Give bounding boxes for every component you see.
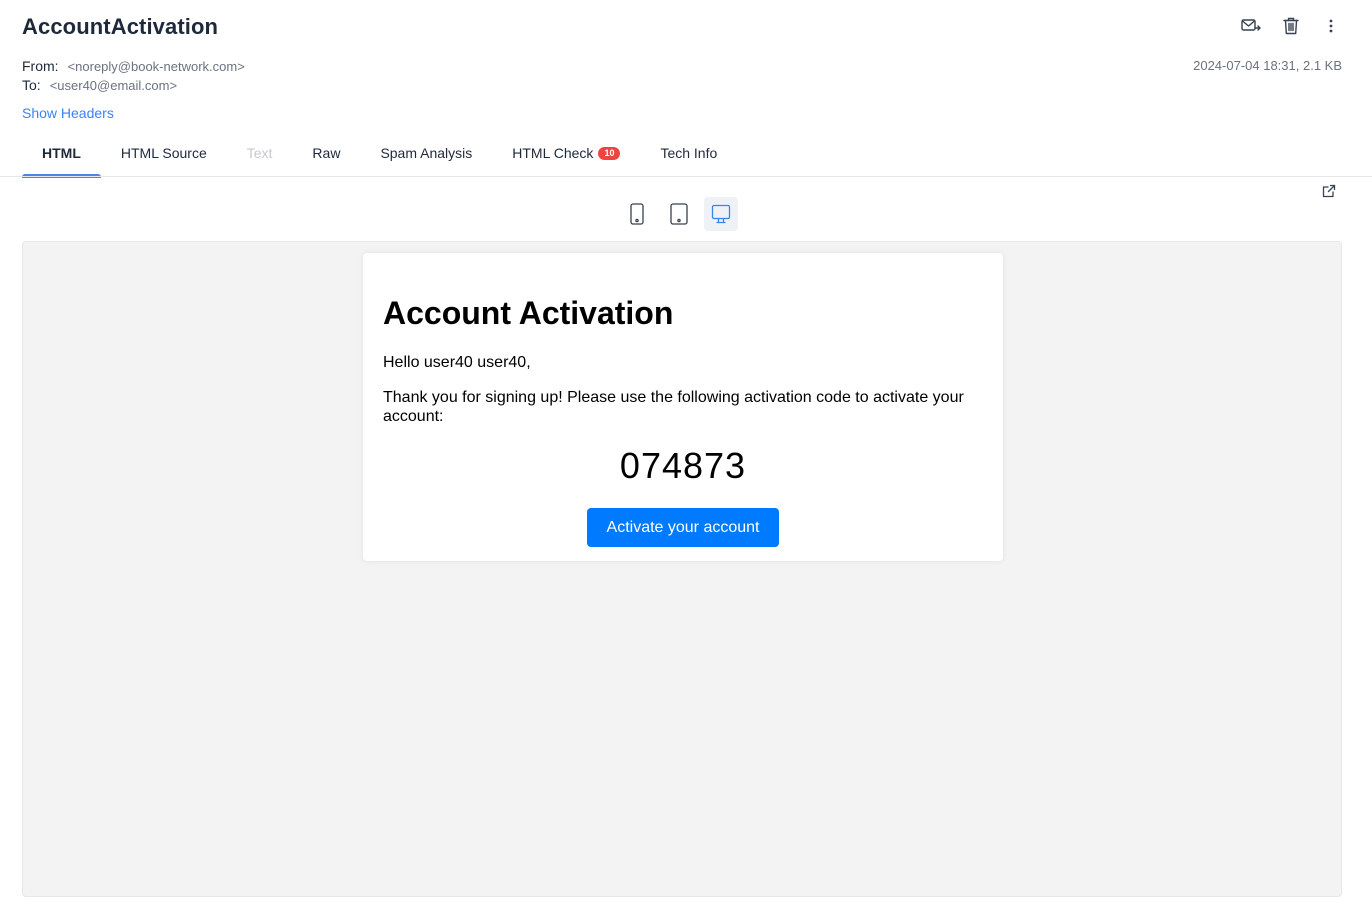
to-address: <user40@email.com>	[49, 78, 178, 93]
email-content-card: Account Activation Hello user40 user40, …	[363, 253, 1003, 561]
tab-html-source[interactable]: HTML Source	[101, 136, 227, 177]
tab-label: HTML Source	[120, 145, 207, 161]
email-heading: Account Activation	[383, 295, 674, 331]
message-toolbar	[1240, 14, 1342, 38]
tab-label: Text	[246, 145, 273, 161]
message-subject: AccountActivation	[22, 14, 219, 39]
more-vertical-icon[interactable]	[1320, 14, 1342, 38]
desktop-icon[interactable]	[704, 197, 738, 231]
email-greeting: Hello user40 user40,	[383, 354, 531, 371]
message-meta: From: <noreply@book-network.com> To: <us…	[22, 57, 245, 95]
tab-text: Text	[227, 136, 293, 177]
to-row: To: <user40@email.com>	[22, 76, 245, 95]
from-row: From: <noreply@book-network.com>	[22, 57, 245, 76]
tab-spam-analysis[interactable]: Spam Analysis	[360, 136, 492, 177]
to-label: To:	[22, 77, 41, 93]
email-preview-frame: Account Activation Hello user40 user40, …	[22, 241, 1342, 897]
activate-button-wrap: Activate your account	[383, 508, 983, 547]
tab-label: Tech Info	[660, 145, 718, 161]
tab-tech-info[interactable]: Tech Info	[640, 136, 737, 177]
mail-forward-icon[interactable]	[1240, 14, 1262, 38]
tab-html-check[interactable]: HTML Check 10	[492, 136, 640, 177]
tab-html[interactable]: HTML	[22, 136, 101, 178]
show-headers-link[interactable]: Show Headers	[22, 105, 114, 121]
view-tabs: HTML HTML Source Text Raw Spam Analysis …	[22, 136, 737, 178]
activate-account-button[interactable]: Activate your account	[586, 508, 780, 547]
from-address: <noreply@book-network.com>	[67, 59, 245, 74]
html-check-count-badge: 10	[598, 147, 621, 160]
message-date-size: 2024-07-04 18:31, 2.1 KB	[1193, 58, 1342, 73]
device-preview-toggle	[620, 197, 738, 231]
tab-label: Raw	[312, 145, 341, 161]
tab-raw[interactable]: Raw	[292, 136, 360, 177]
trash-icon[interactable]	[1280, 14, 1302, 38]
email-intro-text: Thank you for signing up! Please use the…	[383, 389, 964, 425]
activation-code: 074873	[619, 445, 747, 486]
tab-label: Spam Analysis	[380, 145, 473, 161]
phone-icon[interactable]	[620, 197, 654, 231]
tab-label: HTML Check	[512, 145, 594, 161]
open-in-new-window-icon[interactable]	[1322, 184, 1336, 198]
from-label: From:	[22, 58, 59, 74]
tablet-icon[interactable]	[662, 197, 696, 231]
tabs-divider	[0, 176, 1372, 177]
tab-label: HTML	[42, 145, 81, 161]
